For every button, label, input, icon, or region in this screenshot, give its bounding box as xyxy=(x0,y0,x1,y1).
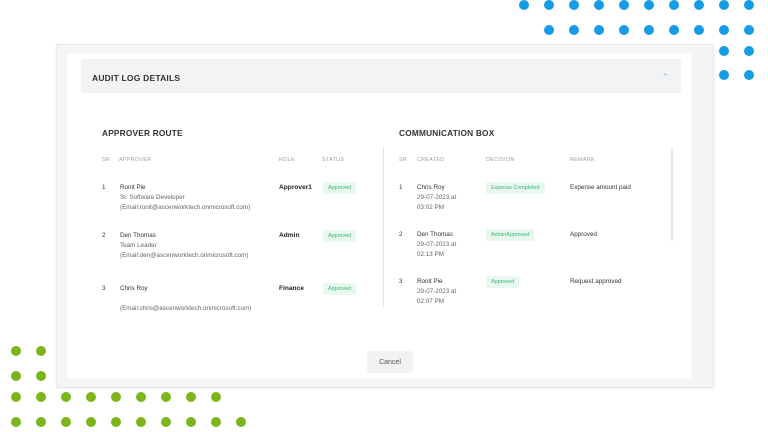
col-sr: SR xyxy=(399,157,408,163)
remark-text: Request approved xyxy=(570,278,622,285)
approver-designation: Sr. Software Developer xyxy=(120,194,185,201)
col-role: ROLE xyxy=(279,157,295,163)
accordion-title: AUDIT LOG DETAILS xyxy=(92,73,181,83)
created-date: 29-07-2023 at xyxy=(417,194,457,201)
approver-email: (Email:ronit@ascenworktech.onmicrosoft.c… xyxy=(120,204,251,211)
col-decision: DECISION xyxy=(486,157,515,163)
row-sr: 2 xyxy=(102,232,106,239)
decision-badge: AdminApproved xyxy=(486,229,535,241)
modal-content: AUDIT LOG DETAILS ⌃ APPROVER ROUTE SR AP… xyxy=(67,53,691,379)
chevron-up-icon[interactable]: ⌃ xyxy=(661,72,669,83)
row-sr: 3 xyxy=(399,278,403,285)
status-badge: Approved xyxy=(323,283,357,295)
row-sr: 2 xyxy=(399,231,403,238)
approver-name: Chris Roy xyxy=(120,285,148,292)
approver-name: Den Thomas xyxy=(120,232,156,239)
communication-scrollbar[interactable] xyxy=(671,149,673,241)
approver-route-title: APPROVER ROUTE xyxy=(102,128,183,138)
row-sr: 1 xyxy=(102,184,106,191)
created-time: 02:07 PM xyxy=(417,298,444,305)
approver-designation: Team Leader xyxy=(120,242,157,249)
audit-log-modal: AUDIT LOG DETAILS ⌃ APPROVER ROUTE SR AP… xyxy=(56,44,714,388)
approver-role: Approver1 xyxy=(279,184,312,191)
approver-role: Admin xyxy=(279,232,300,239)
col-created: CREATED xyxy=(417,157,445,163)
approver-email: (Email:chris@ascenworktech.onmicrosoft.c… xyxy=(120,305,252,312)
row-sr: 1 xyxy=(399,184,403,191)
cancel-button[interactable]: Cancel xyxy=(367,351,413,373)
approver-email: (Email:den@ascenworktech.onmicrosoft.com… xyxy=(120,252,249,259)
status-badge: Approved xyxy=(323,230,357,242)
col-status: STATUS xyxy=(322,157,345,163)
created-by: Chris Roy xyxy=(417,184,445,191)
col-approver: APPROVER xyxy=(119,157,152,163)
communication-box-title: COMMUNICATION BOX xyxy=(399,128,495,138)
created-time: 03:02 PM xyxy=(417,204,444,211)
decision-badge: Approved xyxy=(486,276,520,288)
panel-divider xyxy=(383,147,384,307)
approver-name: Ronit Pie xyxy=(120,184,146,191)
created-date: 29-07-2023 at xyxy=(417,241,457,248)
status-badge: Approved xyxy=(323,182,357,194)
created-time: 02:13 PM xyxy=(417,251,444,258)
created-date: 29-07-2023 at xyxy=(417,288,457,295)
col-sr: SR xyxy=(102,157,111,163)
approver-role: Finance xyxy=(279,285,304,292)
col-remark: REMARK xyxy=(570,157,595,163)
created-by: Ronit Pie xyxy=(417,278,443,285)
remark-text: Expense amount paid xyxy=(570,184,631,191)
created-by: Den Thomas xyxy=(417,231,453,238)
audit-log-accordion-header[interactable]: AUDIT LOG DETAILS ⌃ xyxy=(81,59,681,93)
row-sr: 3 xyxy=(102,285,106,292)
decision-badge: Expense Completed xyxy=(486,182,545,194)
remark-text: Approved xyxy=(570,231,597,238)
